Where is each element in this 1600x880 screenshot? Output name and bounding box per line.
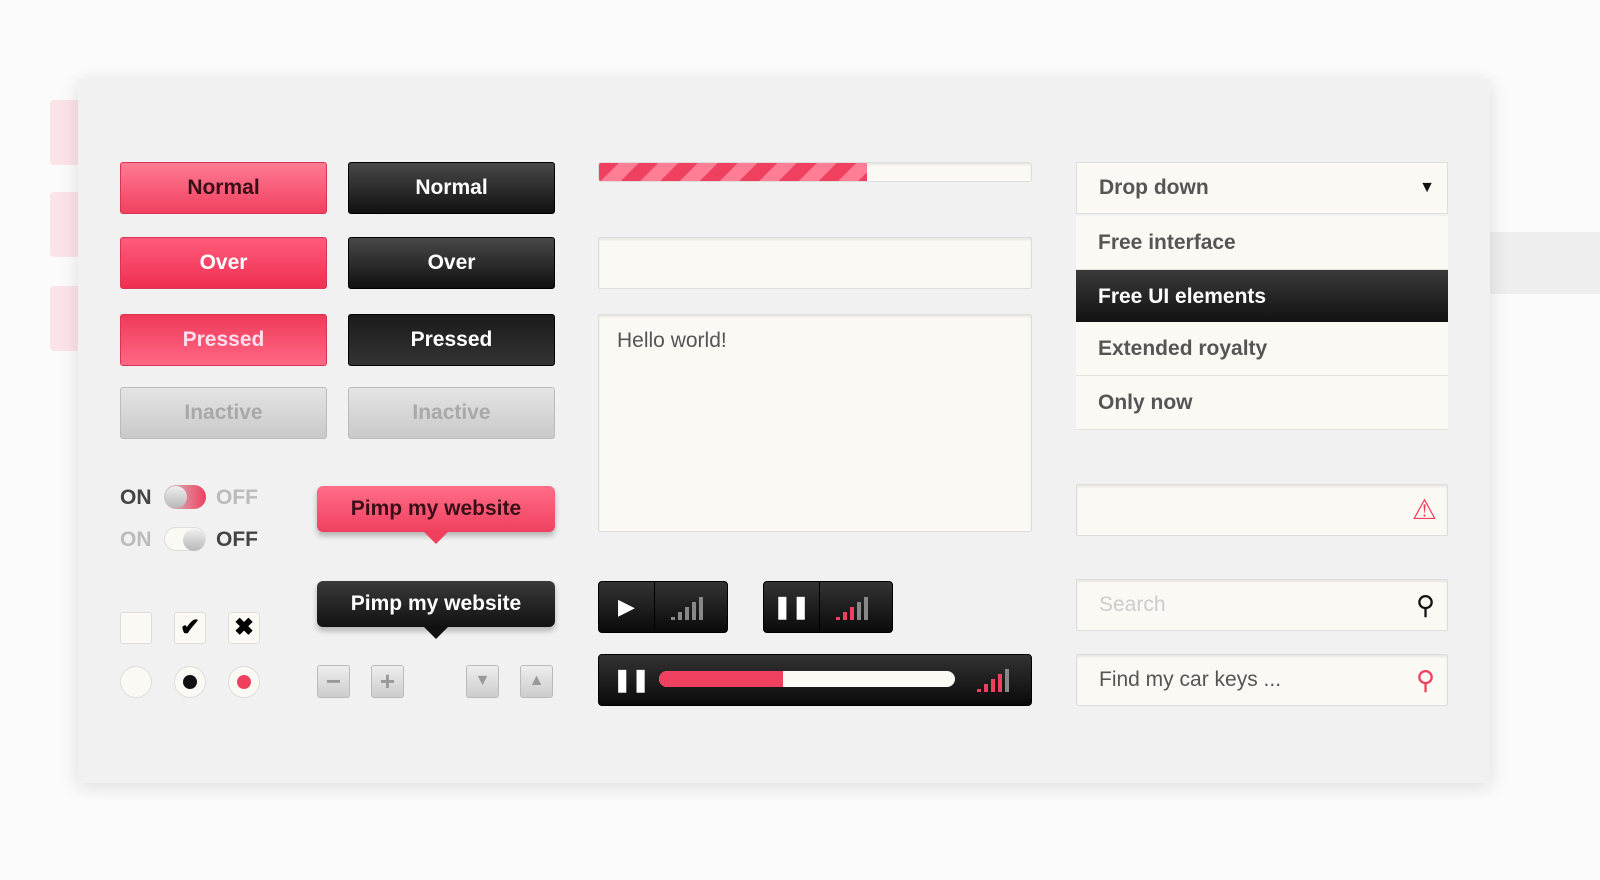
audio-player-small: ▶: [598, 581, 728, 633]
volume-bar: [857, 602, 861, 620]
dropdown-select[interactable]: Drop down ▼: [1076, 162, 1448, 214]
dark-over-button[interactable]: Over: [348, 237, 555, 289]
pause-button[interactable]: ❚❚: [613, 655, 650, 705]
pink-inactive-button: Inactive: [120, 387, 327, 439]
toggle-on-label: ON: [120, 486, 152, 509]
checkbox-unchecked[interactable]: [120, 612, 152, 644]
warning-icon: ⚠: [1411, 494, 1437, 525]
volume-bar: [998, 674, 1002, 692]
volume-meter[interactable]: [977, 669, 1009, 692]
toggle-switch-on[interactable]: [164, 485, 206, 509]
volume-bar: [836, 617, 840, 620]
tooltip-dark: Pimp my website: [317, 581, 555, 639]
volume-bar: [699, 597, 703, 620]
search-input[interactable]: Search ⚲: [1076, 579, 1448, 631]
dark-normal-button[interactable]: Normal: [348, 162, 555, 214]
cross-icon: ✖: [233, 614, 255, 641]
volume-bar: [685, 607, 689, 620]
volume-bar: [692, 602, 696, 620]
pink-normal-button[interactable]: Normal: [120, 162, 327, 214]
dropdown-option[interactable]: Free UI elements: [1076, 270, 1448, 324]
dropdown-option[interactable]: Only now: [1076, 376, 1448, 430]
volume-meter[interactable]: [836, 597, 868, 620]
radio-empty[interactable]: [120, 666, 152, 698]
plus-button[interactable]: +: [371, 665, 404, 698]
checkbox-crossed[interactable]: ✖: [228, 612, 260, 644]
seek-bar[interactable]: [659, 671, 955, 687]
search-input-filled[interactable]: Find my car keys ... ⚲: [1076, 654, 1448, 706]
background-decor: [50, 286, 80, 351]
pause-button[interactable]: ❚❚: [764, 582, 820, 632]
volume-bar: [678, 612, 682, 620]
search-value: Find my car keys ...: [1099, 668, 1282, 691]
pink-over-button[interactable]: Over: [120, 237, 327, 289]
audio-player-small: ❚❚: [763, 581, 893, 633]
textarea[interactable]: Hello world!: [598, 314, 1032, 532]
play-button[interactable]: ▶: [599, 582, 655, 632]
volume-bar: [850, 607, 854, 620]
tooltip-pink: Pimp my website: [317, 486, 555, 544]
down-arrow-button[interactable]: ▼: [466, 665, 499, 698]
toggle-switch-off[interactable]: [164, 527, 206, 551]
checkbox-checked[interactable]: ✔: [174, 612, 206, 644]
dropdown-option[interactable]: Extended royalty: [1076, 322, 1448, 376]
text-input[interactable]: [598, 237, 1032, 289]
dark-inactive-button: Inactive: [348, 387, 555, 439]
seek-fill: [659, 671, 784, 687]
volume-bar: [671, 617, 675, 620]
volume-meter[interactable]: [671, 597, 703, 620]
search-icon[interactable]: ⚲: [1416, 655, 1435, 705]
background-decor: [1490, 232, 1600, 294]
up-arrow-icon: ▲: [528, 672, 545, 689]
minus-button[interactable]: −: [317, 665, 350, 698]
check-icon: ✔: [179, 614, 201, 641]
background-decor: [50, 100, 80, 165]
volume-bar: [991, 679, 995, 692]
progress-fill: [599, 163, 867, 181]
audio-player-full: ❚❚: [598, 654, 1032, 706]
radio-selected-black[interactable]: [174, 666, 206, 698]
pause-icon: ❚❚: [773, 594, 810, 619]
search-placeholder: Search: [1099, 593, 1166, 616]
pink-pressed-button[interactable]: Pressed: [120, 314, 327, 366]
pause-icon: ❚❚: [613, 667, 650, 692]
dropdown-option[interactable]: Free interface: [1076, 216, 1448, 270]
dropdown-value: Drop down: [1099, 176, 1209, 199]
toggle-off-label: OFF: [216, 528, 258, 551]
toggle-off-label: OFF: [216, 486, 258, 509]
down-arrow-icon: ▼: [474, 672, 491, 689]
toggle-on-label: ON: [120, 528, 152, 551]
volume-bar: [977, 689, 981, 692]
play-icon: ▶: [618, 594, 635, 619]
volume-bar: [843, 612, 847, 620]
error-input[interactable]: ⚠: [1076, 484, 1448, 536]
dark-pressed-button[interactable]: Pressed: [348, 314, 555, 366]
progress-bar: [598, 162, 1032, 182]
background-decor: [50, 192, 80, 257]
up-arrow-button[interactable]: ▲: [520, 665, 553, 698]
volume-bar: [1005, 669, 1009, 692]
volume-bar: [864, 597, 868, 620]
search-icon[interactable]: ⚲: [1416, 580, 1435, 630]
caret-down-icon: ▼: [1419, 179, 1435, 196]
volume-bar: [984, 684, 988, 692]
radio-selected-pink[interactable]: [228, 666, 260, 698]
